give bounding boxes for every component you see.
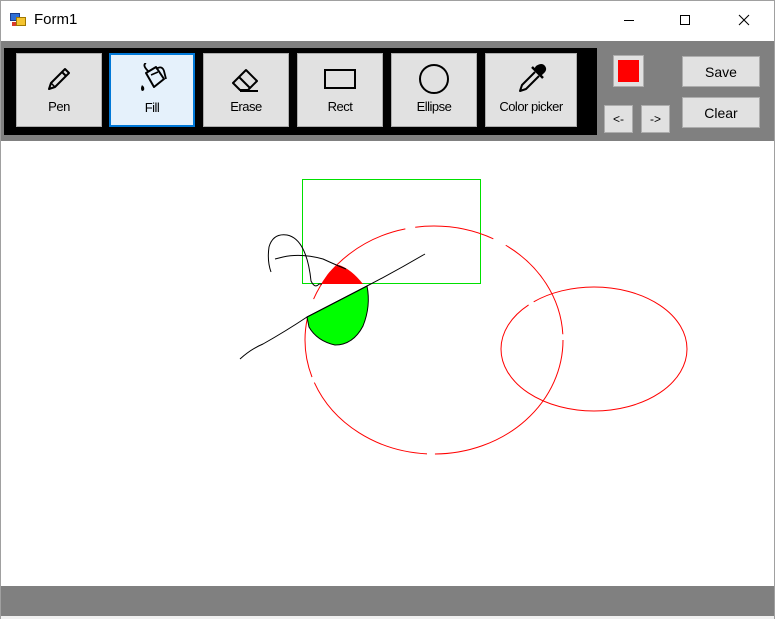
ellipse-icon xyxy=(417,62,451,96)
pencil-icon xyxy=(43,62,75,96)
pen-tool-label: Pen xyxy=(48,99,70,114)
eyedropper-icon xyxy=(514,62,548,96)
save-button[interactable]: Save xyxy=(682,56,760,87)
title-bar[interactable]: Form1 xyxy=(1,1,774,39)
eraser-icon xyxy=(229,62,263,96)
close-button[interactable] xyxy=(716,1,772,39)
minimize-button[interactable] xyxy=(601,1,657,39)
drawn-ellipse-small xyxy=(500,286,688,412)
minimize-icon xyxy=(624,20,634,21)
pen-tool-button[interactable]: Pen xyxy=(16,53,102,127)
erase-tool-label: Erase xyxy=(230,99,262,114)
maximize-icon xyxy=(680,15,690,25)
freehand-stroke-loop xyxy=(267,234,322,287)
rectangle-icon xyxy=(322,62,358,96)
color-picker-tool-button[interactable]: Color picker xyxy=(485,53,577,127)
fill-tool-label: Fill xyxy=(144,100,160,115)
undo-button[interactable]: <- xyxy=(604,105,633,133)
ellipse-tool-label: Ellipse xyxy=(416,99,452,114)
drawing-canvas[interactable] xyxy=(1,141,774,586)
maximize-button[interactable] xyxy=(657,1,713,39)
redo-button[interactable]: -> xyxy=(641,105,670,133)
color-picker-tool-label: Color picker xyxy=(499,99,563,114)
clear-button[interactable]: Clear xyxy=(682,97,760,128)
current-color-button[interactable] xyxy=(613,55,644,87)
winforms-app-icon xyxy=(10,11,27,27)
status-bar xyxy=(1,586,774,616)
rect-tool-button[interactable]: Rect xyxy=(297,53,383,127)
erase-tool-button[interactable]: Erase xyxy=(203,53,289,127)
filled-region-green xyxy=(306,285,369,346)
window-title: Form1 xyxy=(34,11,78,28)
drawn-rectangle xyxy=(302,179,481,284)
paint-bucket-icon xyxy=(134,63,170,97)
close-icon xyxy=(738,14,750,26)
current-color-swatch xyxy=(618,60,639,82)
ellipse-tool-button[interactable]: Ellipse xyxy=(391,53,477,127)
main-window: Form1 Pen Fill Erase Rect Ellipse Color … xyxy=(0,0,775,619)
rect-tool-label: Rect xyxy=(327,99,353,114)
fill-tool-button[interactable]: Fill xyxy=(109,53,195,127)
